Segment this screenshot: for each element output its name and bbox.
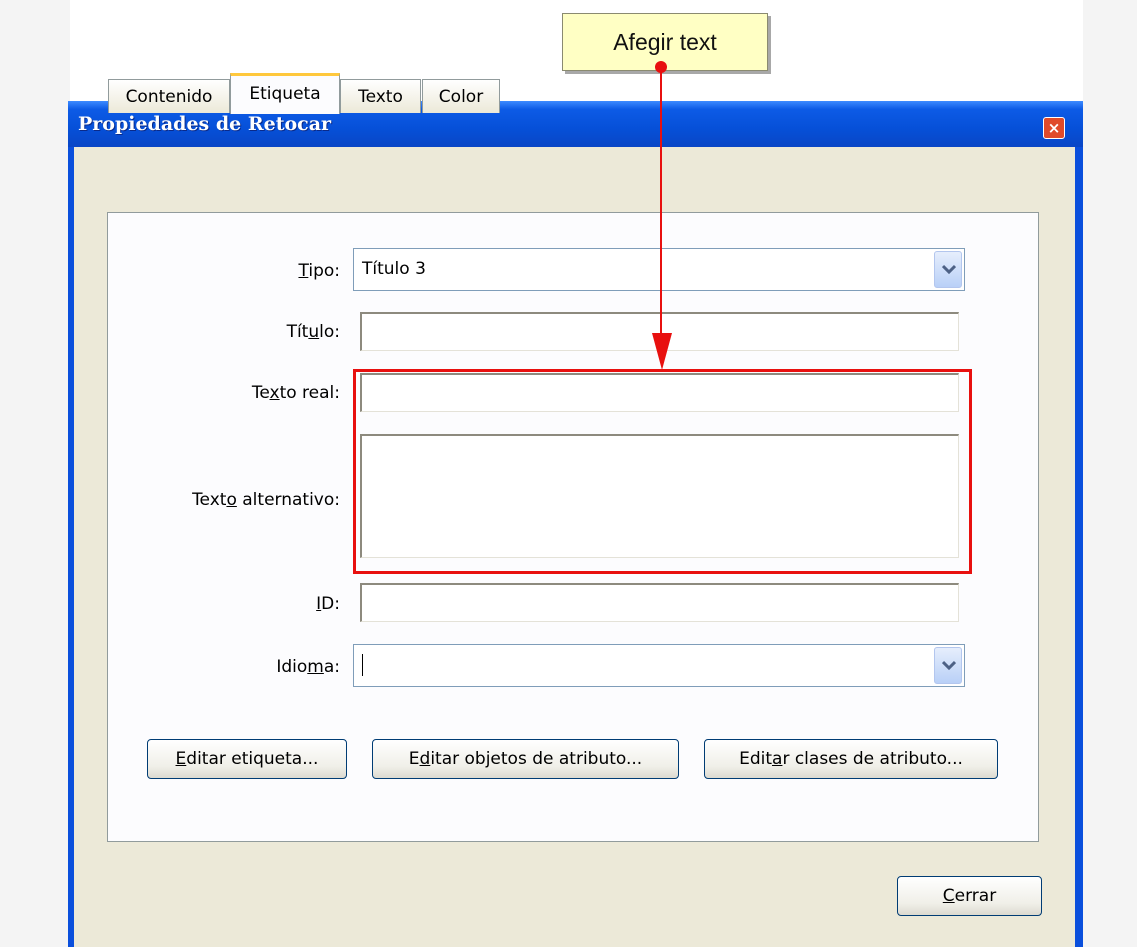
tipo-dropdown-button[interactable] <box>934 251 962 288</box>
annotation-callout: Afegir text <box>562 13 768 71</box>
close-button[interactable]: × <box>1043 117 1065 139</box>
titulo-label: Título: <box>286 322 340 342</box>
tipo-select[interactable]: Título 3 <box>353 248 965 291</box>
chevron-down-icon <box>942 264 956 275</box>
id-label: ID: <box>316 594 340 614</box>
tab-etiqueta[interactable]: Etiqueta <box>230 73 340 114</box>
page-margin-right <box>1083 0 1137 947</box>
tab-texto[interactable]: Texto <box>340 79 421 113</box>
texto-alternativo-textarea[interactable] <box>360 434 959 558</box>
editar-etiqueta-button[interactable]: Editar etiqueta... <box>147 739 347 779</box>
tab-label: Etiqueta <box>249 84 321 104</box>
page-margin-left <box>0 0 70 947</box>
titulo-input[interactable] <box>360 312 959 351</box>
texto-alternativo-label: Texto alternativo: <box>192 490 340 510</box>
tab-label: Color <box>438 87 484 107</box>
texto-real-label: Texto real: <box>251 383 340 403</box>
tipo-label: Tipo: <box>298 261 340 281</box>
id-input[interactable] <box>360 583 959 622</box>
window-title: Propiedades de Retocar <box>78 113 332 135</box>
editar-objetos-atributo-button[interactable]: Editar objetos de atributo... <box>372 739 679 779</box>
text-caret <box>362 654 363 676</box>
tab-label: Contenido <box>125 87 213 107</box>
editar-clases-atributo-button[interactable]: Editar clases de atributo... <box>704 739 998 779</box>
tab-contenido[interactable]: Contenido <box>108 79 230 113</box>
idioma-label: Idioma: <box>276 657 340 677</box>
callout-text: Afegir text <box>613 28 717 55</box>
texto-real-input[interactable] <box>360 373 959 412</box>
idioma-select[interactable] <box>353 644 965 687</box>
close-icon: × <box>1047 119 1061 137</box>
cerrar-button[interactable]: Cerrar <box>897 876 1042 916</box>
tab-label: Texto <box>358 87 403 107</box>
chevron-down-icon <box>942 660 956 671</box>
tab-color[interactable]: Color <box>422 79 500 113</box>
tipo-value: Título 3 <box>362 259 426 279</box>
idioma-dropdown-button[interactable] <box>934 647 962 684</box>
